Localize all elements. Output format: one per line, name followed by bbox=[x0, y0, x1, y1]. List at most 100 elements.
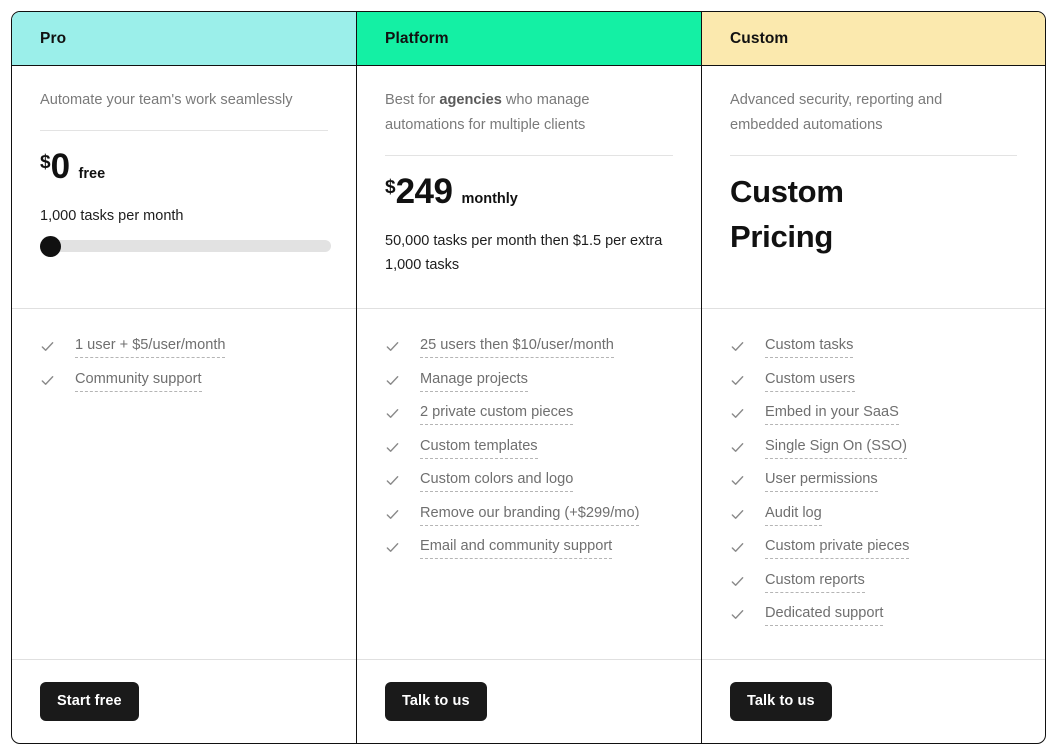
check-icon bbox=[385, 440, 400, 455]
list-item[interactable]: Custom private pieces bbox=[730, 537, 1017, 559]
plan-header-row: Pro Platform Custom bbox=[12, 12, 1045, 66]
feature-label[interactable]: Dedicated support bbox=[765, 604, 884, 626]
check-icon bbox=[40, 373, 55, 388]
feature-label[interactable]: Manage projects bbox=[420, 370, 528, 392]
plan-name-platform: Platform bbox=[385, 29, 449, 47]
check-icon bbox=[385, 373, 400, 388]
price-currency: $ bbox=[385, 177, 396, 198]
plan-header-pro: Pro bbox=[12, 12, 357, 65]
feature-label[interactable]: 2 private custom pieces bbox=[420, 403, 574, 425]
plan-tasks-note-platform: 50,000 tasks per month then $1.5 per ext… bbox=[385, 233, 663, 273]
plan-tagline-text: Automate your team's work seamlessly bbox=[40, 92, 293, 108]
price-amount: 0 bbox=[50, 147, 70, 186]
feature-label[interactable]: Remove our branding (+$299/mo) bbox=[420, 504, 640, 526]
list-item[interactable]: Custom tasks bbox=[730, 336, 1017, 358]
feature-list-pro: 1 user + $5/user/month Community support bbox=[40, 336, 328, 392]
feature-label[interactable]: Community support bbox=[75, 370, 202, 392]
plan-features-pro: 1 user + $5/user/month Community support bbox=[12, 309, 356, 660]
summary-divider bbox=[385, 155, 673, 156]
feature-label[interactable]: Custom private pieces bbox=[765, 537, 910, 559]
check-icon bbox=[730, 440, 745, 455]
check-icon bbox=[730, 339, 745, 354]
list-item[interactable]: Manage projects bbox=[385, 370, 673, 392]
plan-features-custom: Custom tasks Custom users Embed in your … bbox=[702, 309, 1045, 660]
list-item[interactable]: 1 user + $5/user/month bbox=[40, 336, 328, 358]
plan-header-platform: Platform bbox=[357, 12, 702, 65]
plan-column-platform: Best for agencies who manage automations… bbox=[357, 66, 702, 743]
list-item[interactable]: Community support bbox=[40, 370, 328, 392]
feature-label[interactable]: Custom users bbox=[765, 370, 856, 392]
list-item[interactable]: Remove our branding (+$299/mo) bbox=[385, 504, 673, 526]
check-icon bbox=[730, 406, 745, 421]
check-icon bbox=[385, 473, 400, 488]
check-icon bbox=[730, 574, 745, 589]
plan-tagline-emphasis: agencies bbox=[439, 92, 502, 108]
talk-to-us-button-platform[interactable]: Talk to us bbox=[385, 681, 487, 722]
list-item[interactable]: Custom colors and logo bbox=[385, 470, 673, 492]
list-item[interactable]: Single Sign On (SSO) bbox=[730, 437, 1017, 459]
plan-column-custom: Advanced security, reporting and embedde… bbox=[702, 66, 1045, 743]
plan-features-platform: 25 users then $10/user/month Manage proj… bbox=[357, 309, 701, 660]
plan-summary-custom: Advanced security, reporting and embedde… bbox=[702, 66, 1045, 309]
list-item[interactable]: 2 private custom pieces bbox=[385, 403, 673, 425]
check-icon bbox=[385, 406, 400, 421]
tasks-slider[interactable] bbox=[40, 236, 331, 257]
plan-summary-platform: Best for agencies who manage automations… bbox=[357, 66, 701, 309]
list-item[interactable]: Dedicated support bbox=[730, 604, 1017, 626]
plan-price-pro: $ 0 free bbox=[40, 149, 328, 184]
feature-label[interactable]: Custom reports bbox=[765, 571, 865, 593]
check-icon bbox=[40, 339, 55, 354]
plan-tagline-prefix: Best for bbox=[385, 92, 440, 108]
summary-divider bbox=[40, 130, 328, 131]
list-item[interactable]: Custom templates bbox=[385, 437, 673, 459]
plan-summary-pro: Automate your team's work seamlessly $ 0… bbox=[12, 66, 356, 309]
check-icon bbox=[385, 339, 400, 354]
check-icon bbox=[730, 507, 745, 522]
plan-price-custom: Custom Pricing bbox=[730, 174, 844, 254]
summary-divider bbox=[730, 155, 1017, 156]
check-icon bbox=[385, 507, 400, 522]
plan-tagline-platform: Best for agencies who manage automations… bbox=[385, 88, 643, 138]
plan-tagline-text: Advanced security, reporting and embedde… bbox=[730, 92, 943, 133]
list-item[interactable]: User permissions bbox=[730, 470, 1017, 492]
check-icon bbox=[730, 373, 745, 388]
feature-label[interactable]: Custom templates bbox=[420, 437, 538, 459]
feature-list-platform: 25 users then $10/user/month Manage proj… bbox=[385, 336, 673, 559]
feature-label[interactable]: Email and community support bbox=[420, 537, 613, 559]
plan-header-custom: Custom bbox=[702, 12, 1045, 65]
tasks-slider-track[interactable] bbox=[40, 240, 331, 252]
feature-label[interactable]: Custom colors and logo bbox=[420, 470, 574, 492]
check-icon bbox=[730, 473, 745, 488]
feature-label[interactable]: User permissions bbox=[765, 470, 878, 492]
tasks-slider-thumb[interactable] bbox=[40, 236, 61, 257]
list-item[interactable]: Email and community support bbox=[385, 537, 673, 559]
check-icon bbox=[385, 540, 400, 555]
list-item[interactable]: Embed in your SaaS bbox=[730, 403, 1017, 425]
price-period: free bbox=[78, 166, 106, 182]
pricing-table: Pro Platform Custom Automate your team's… bbox=[11, 11, 1046, 744]
feature-label[interactable]: Single Sign On (SSO) bbox=[765, 437, 907, 459]
list-item[interactable]: Audit log bbox=[730, 504, 1017, 526]
list-item[interactable]: Custom reports bbox=[730, 571, 1017, 593]
plan-name-pro: Pro bbox=[40, 29, 67, 47]
start-free-button[interactable]: Start free bbox=[40, 681, 139, 722]
plan-cta-pro: Start free bbox=[12, 660, 356, 743]
feature-label[interactable]: 25 users then $10/user/month bbox=[420, 336, 614, 358]
feature-label[interactable]: 1 user + $5/user/month bbox=[75, 336, 226, 358]
check-icon bbox=[730, 607, 745, 622]
plan-name-custom: Custom bbox=[730, 29, 789, 47]
check-icon bbox=[730, 540, 745, 555]
list-item[interactable]: 25 users then $10/user/month bbox=[385, 336, 673, 358]
feature-list-custom: Custom tasks Custom users Embed in your … bbox=[730, 336, 1017, 626]
plan-tasks-note-pro: 1,000 tasks per month bbox=[40, 208, 184, 224]
talk-to-us-button-custom[interactable]: Talk to us bbox=[730, 681, 832, 722]
list-item[interactable]: Custom users bbox=[730, 370, 1017, 392]
price-period: monthly bbox=[461, 191, 518, 207]
feature-label[interactable]: Audit log bbox=[765, 504, 822, 526]
plan-cta-platform: Talk to us bbox=[357, 660, 701, 743]
feature-label[interactable]: Custom tasks bbox=[765, 336, 854, 358]
plan-price-platform: $ 249 monthly bbox=[385, 174, 673, 209]
feature-label[interactable]: Embed in your SaaS bbox=[765, 403, 899, 425]
plan-tagline-pro: Automate your team's work seamlessly bbox=[40, 88, 298, 113]
plan-tagline-custom: Advanced security, reporting and embedde… bbox=[730, 88, 988, 138]
